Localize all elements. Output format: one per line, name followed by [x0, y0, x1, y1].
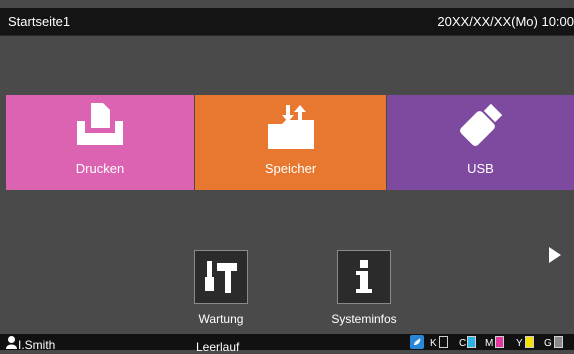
- device-state: Leerlauf: [196, 340, 240, 354]
- ink-k-label: K: [430, 338, 437, 349]
- maintenance-label: Wartung: [198, 312, 244, 326]
- header-bar: Startseite1 20XX/XX/XX(Mo) 10:00: [0, 8, 574, 36]
- ink-c-label: C: [459, 338, 467, 349]
- ink-k-level: [439, 336, 448, 348]
- print-tile[interactable]: Drucken: [6, 95, 194, 190]
- ink-y-level: [525, 336, 534, 348]
- ink-m-level: [495, 336, 504, 348]
- folder-transfer-icon: [267, 103, 314, 154]
- usb-tile-label: USB: [467, 161, 494, 176]
- system-info-label: Systeminfos: [331, 312, 397, 326]
- status-bar: I.Smith Leerlauf K C M Y G: [0, 334, 574, 354]
- print-tray-icon: [77, 103, 123, 150]
- system-info-button[interactable]: [337, 250, 391, 304]
- main-tiles: Drucken Speicher USB: [6, 95, 574, 190]
- ink-c-level: [467, 336, 476, 348]
- page-title: Startseite1: [8, 14, 71, 29]
- print-tile-label: Drucken: [75, 161, 125, 176]
- datetime-display: 20XX/XX/XX(Mo) 10:00: [437, 14, 574, 29]
- usb-tile[interactable]: USB: [387, 95, 574, 190]
- storage-tile[interactable]: Speicher: [195, 95, 386, 190]
- tools-icon: [205, 261, 237, 293]
- usb-stick-icon: [459, 103, 503, 152]
- ink-g-level: [554, 336, 563, 348]
- ink-status-icon: [410, 335, 424, 349]
- ink-m-label: M: [485, 338, 494, 349]
- next-page-arrow[interactable]: [549, 247, 561, 263]
- ink-g-label: G: [544, 338, 552, 349]
- info-icon: [356, 260, 372, 293]
- storage-tile-label: Speicher: [264, 161, 317, 176]
- ink-y-label: Y: [516, 338, 523, 349]
- maintenance-button[interactable]: [194, 250, 248, 304]
- user-icon: [6, 336, 17, 349]
